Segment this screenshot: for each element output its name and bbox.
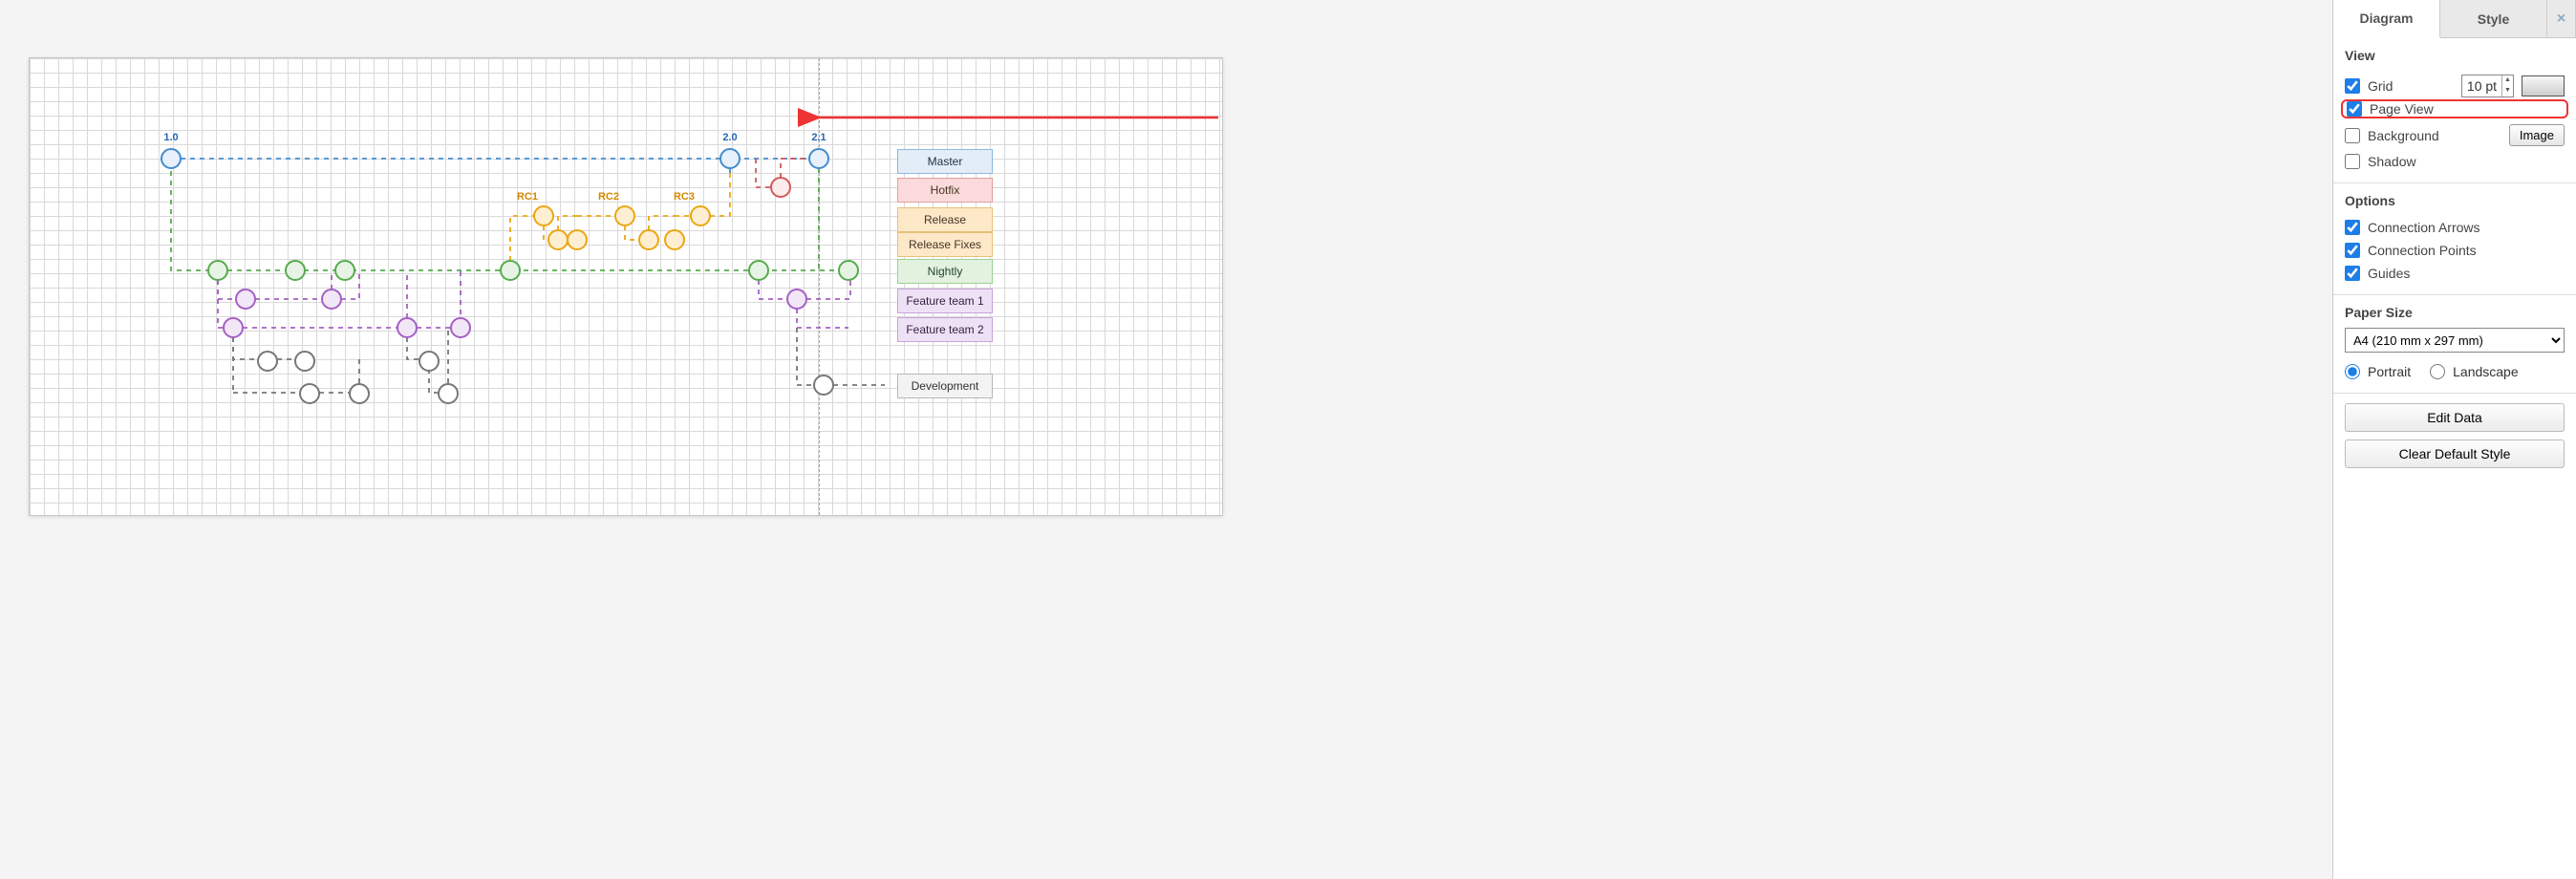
clear-style-button[interactable]: Clear Default Style — [2345, 440, 2565, 468]
label-2.0: 2.0 — [722, 132, 737, 147]
node-nightly-1[interactable] — [207, 260, 228, 281]
node-release-rc2[interactable] — [614, 205, 635, 226]
node-f1-3[interactable] — [786, 289, 807, 310]
node-dev-6[interactable] — [438, 383, 459, 404]
label-1.0: 1.0 — [163, 132, 178, 147]
page-divider — [819, 58, 820, 515]
node-dev-2[interactable] — [294, 351, 315, 372]
node-hotfix[interactable] — [770, 177, 791, 198]
canvas-area[interactable]: 1.0 2.0 2.1 RC1 RC2 RC3 Master Hotfix Re… — [0, 0, 2332, 879]
node-dev-5[interactable] — [419, 351, 440, 372]
label-2.1: 2.1 — [811, 132, 826, 147]
legend-nightly[interactable]: Nightly — [897, 259, 993, 284]
guides-checkbox[interactable] — [2345, 266, 2360, 281]
grid-color-swatch[interactable] — [2522, 75, 2565, 96]
grid-size-input[interactable]: 10 pt ▲▼ — [2461, 75, 2514, 97]
node-nightly-4[interactable] — [500, 260, 521, 281]
landscape-option[interactable]: Landscape — [2430, 360, 2519, 383]
node-f1-2[interactable] — [321, 289, 342, 310]
node-f2-2[interactable] — [397, 317, 418, 338]
close-icon[interactable]: × — [2547, 0, 2576, 37]
legend-relfix[interactable]: Release Fixes — [897, 232, 993, 257]
node-dev-7[interactable] — [813, 375, 834, 396]
landscape-label: Landscape — [2453, 364, 2519, 379]
node-dev-1[interactable] — [257, 351, 278, 372]
shadow-label: Shadow — [2368, 154, 2416, 169]
pageview-checkbox[interactable] — [2347, 101, 2362, 117]
background-image-button[interactable]: Image — [2509, 124, 2565, 146]
diagram-canvas[interactable]: 1.0 2.0 2.1 RC1 RC2 RC3 Master Hotfix Re… — [29, 57, 1223, 516]
node-nightly-6[interactable] — [838, 260, 859, 281]
format-sidebar: Diagram Style × View Grid 10 pt ▲▼ Page … — [2332, 0, 2576, 879]
tab-style[interactable]: Style — [2440, 0, 2547, 37]
background-checkbox[interactable] — [2345, 128, 2360, 143]
conn-points-checkbox[interactable] — [2345, 243, 2360, 258]
section-options: Options Connection Arrows Connection Poi… — [2333, 183, 2576, 295]
node-f2-3[interactable] — [450, 317, 471, 338]
label-rc2: RC2 — [598, 191, 619, 206]
paper-heading: Paper Size — [2345, 305, 2565, 320]
background-label: Background — [2368, 128, 2439, 143]
edit-data-button[interactable]: Edit Data — [2345, 403, 2565, 432]
section-buttons: Edit Data Clear Default Style — [2333, 394, 2576, 485]
view-heading: View — [2345, 48, 2565, 63]
legend-f2[interactable]: Feature team 2 — [897, 317, 993, 342]
node-f2-1[interactable] — [223, 317, 244, 338]
node-release-fix-1[interactable] — [547, 229, 569, 250]
node-nightly-5[interactable] — [748, 260, 769, 281]
grid-checkbox[interactable] — [2345, 78, 2360, 94]
node-master-1.0[interactable] — [161, 148, 182, 169]
options-heading: Options — [2345, 193, 2565, 208]
node-dev-3[interactable] — [299, 383, 320, 404]
node-f1-1[interactable] — [235, 289, 256, 310]
sidebar-tabs: Diagram Style × — [2333, 0, 2576, 38]
node-nightly-2[interactable] — [285, 260, 306, 281]
section-view: View Grid 10 pt ▲▼ Page View Background … — [2333, 38, 2576, 183]
node-nightly-3[interactable] — [334, 260, 355, 281]
pageview-label: Page View — [2370, 101, 2434, 117]
paper-size-select[interactable]: A4 (210 mm x 297 mm) — [2345, 328, 2565, 353]
tab-diagram[interactable]: Diagram — [2333, 0, 2440, 38]
label-rc3: RC3 — [674, 191, 695, 206]
section-paper: Paper Size A4 (210 mm x 297 mm) Portrait… — [2333, 295, 2576, 394]
grid-label: Grid — [2368, 78, 2393, 94]
shadow-checkbox[interactable] — [2345, 154, 2360, 169]
landscape-radio[interactable] — [2430, 364, 2445, 379]
node-release-rc1[interactable] — [533, 205, 554, 226]
portrait-option[interactable]: Portrait — [2345, 360, 2411, 383]
node-release-fix-3[interactable] — [638, 229, 659, 250]
legend-f1[interactable]: Feature team 1 — [897, 289, 993, 313]
node-master-2.1[interactable] — [808, 148, 829, 169]
pageview-row-highlight: Page View — [2341, 99, 2568, 118]
legend-hotfix[interactable]: Hotfix — [897, 178, 993, 203]
node-release-fix-2[interactable] — [567, 229, 588, 250]
node-release-rc3[interactable] — [690, 205, 711, 226]
portrait-label: Portrait — [2368, 364, 2411, 379]
node-master-2.0[interactable] — [719, 148, 741, 169]
legend-dev[interactable]: Development — [897, 374, 993, 398]
label-rc1: RC1 — [517, 191, 538, 206]
conn-points-label: Connection Points — [2368, 243, 2477, 258]
portrait-radio[interactable] — [2345, 364, 2360, 379]
node-release-fix-4[interactable] — [664, 229, 685, 250]
conn-arrows-label: Connection Arrows — [2368, 220, 2480, 235]
guides-label: Guides — [2368, 266, 2410, 281]
edges-layer — [30, 58, 316, 202]
conn-arrows-checkbox[interactable] — [2345, 220, 2360, 235]
grid-size-value: 10 pt — [2462, 78, 2501, 94]
legend-release[interactable]: Release — [897, 207, 993, 232]
node-dev-4[interactable] — [349, 383, 370, 404]
legend-master[interactable]: Master — [897, 149, 993, 174]
